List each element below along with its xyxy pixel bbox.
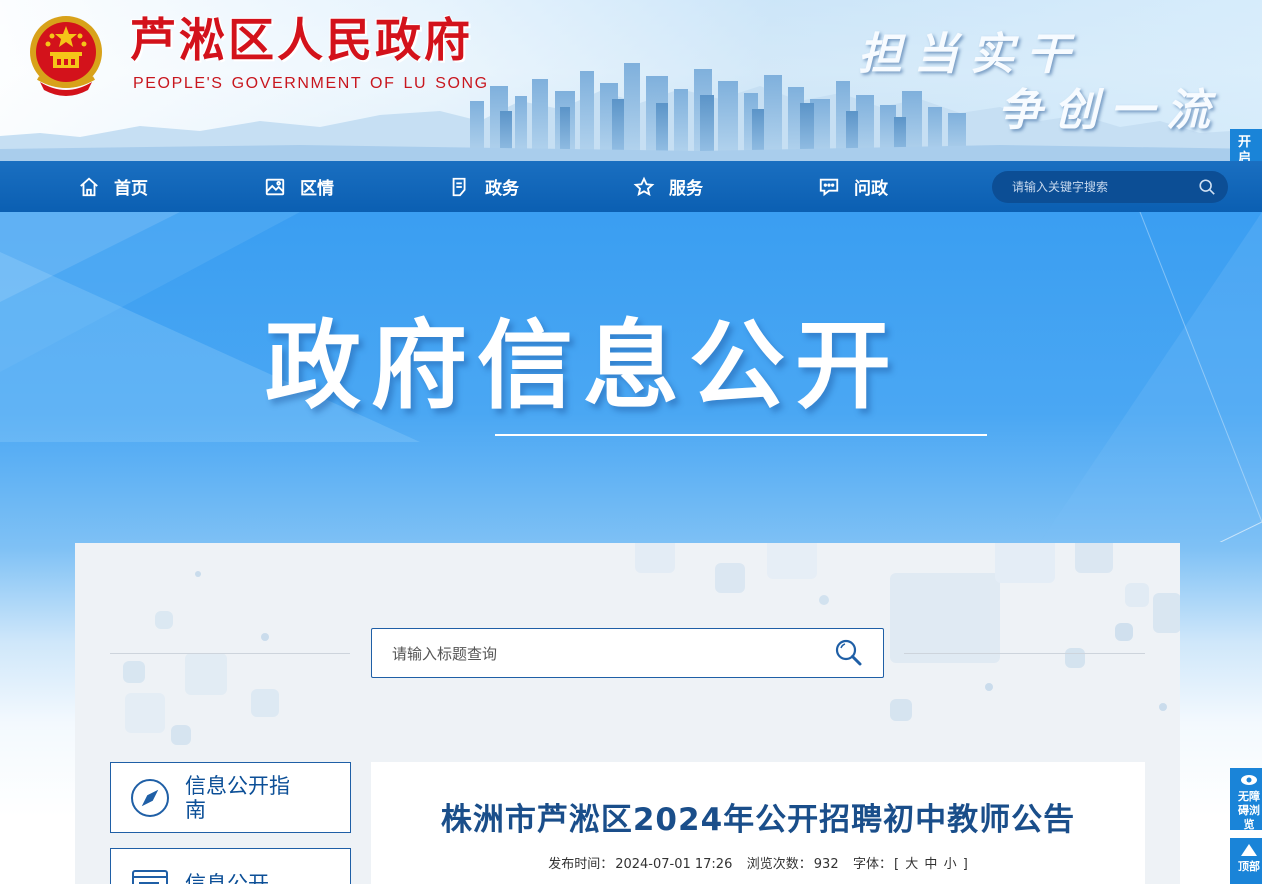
side-menu-label-catalog: 信息公开 <box>185 871 269 884</box>
font-bracket-open: [ <box>894 857 900 872</box>
slogan-line-1: 担当实干 <box>858 29 1082 80</box>
decorative-square <box>819 595 829 605</box>
site-title: 芦淞区人民政府 <box>130 13 473 67</box>
decorative-square <box>171 725 191 745</box>
decorative-square <box>251 689 279 717</box>
picture-icon <box>265 178 285 195</box>
nav-item-home[interactable]: 首页 <box>78 161 148 212</box>
publish-label: 发布时间： <box>548 857 614 872</box>
title-search-input[interactable] <box>392 643 812 665</box>
hero-underline <box>495 434 987 436</box>
nav-search-box <box>992 171 1228 203</box>
font-medium-button[interactable]: 中 <box>924 857 937 872</box>
decorative-square <box>261 633 269 641</box>
views-count: 932 <box>813 857 839 872</box>
decorative-square <box>715 563 745 593</box>
divider-left <box>110 653 350 654</box>
national-emblem-icon <box>30 16 102 96</box>
title-search-box <box>371 628 884 678</box>
nav-label-affairs: 政务 <box>485 179 519 199</box>
article-meta: 发布时间： 2024-07-01 17:26 浏览次数： 932 字体：[ 大 中 … <box>371 853 1145 872</box>
article-card: 株洲市芦淞区2024年公开招聘初中教师公告 发布时间： 2024-07-01 17… <box>371 762 1145 884</box>
divider-right <box>904 653 1145 654</box>
magnifier-icon[interactable] <box>833 637 865 669</box>
nav-label-service: 服务 <box>669 179 703 199</box>
star-icon <box>633 176 655 196</box>
nav-item-affairs[interactable]: 政务 <box>449 161 519 212</box>
accessible-browse-label: 无障碍浏览 <box>1238 790 1260 830</box>
nav-item-service[interactable]: 服务 <box>633 161 703 212</box>
decorative-square <box>123 661 145 683</box>
home-icon <box>80 177 98 196</box>
search-icon[interactable] <box>1198 178 1216 196</box>
publish-time: 2024-07-01 17:26 <box>615 857 733 872</box>
compass-icon <box>131 778 169 817</box>
nav-item-district[interactable]: 区情 <box>264 161 334 212</box>
font-large-button[interactable]: 大 <box>905 857 918 872</box>
side-menu-label-guide: 信息公开指南 <box>185 773 290 822</box>
back-to-top-label: 顶部 <box>1238 860 1260 873</box>
decorative-square <box>890 573 1000 663</box>
decorative-square <box>767 543 817 579</box>
font-small-button[interactable]: 小 <box>944 857 957 872</box>
decorative-square <box>1159 703 1167 711</box>
decorative-square <box>1065 648 1085 668</box>
decorative-square <box>635 543 675 573</box>
document-icon <box>452 177 466 196</box>
back-to-top-tab[interactable]: 顶部 <box>1230 838 1262 884</box>
decorative-square <box>1153 593 1180 633</box>
slogan-line-2: 争创一流 <box>998 85 1222 136</box>
nav-search-input[interactable] <box>992 180 1182 194</box>
site-header: 芦淞区人民政府 PEOPLE'S GOVERNMENT OF LU SONG 担… <box>0 0 1262 161</box>
decorative-square <box>195 571 201 577</box>
decorative-square <box>1115 623 1133 641</box>
eye-icon <box>1241 775 1257 785</box>
article-title: 株洲市芦淞区2024年公开招聘初中教师公告 <box>440 802 1076 838</box>
decorative-square <box>985 683 993 691</box>
decorative-square <box>1125 583 1149 607</box>
decorative-square <box>185 653 227 695</box>
site-subtitle: PEOPLE'S GOVERNMENT OF LU SONG <box>133 75 489 92</box>
nav-label-inquiry: 问政 <box>854 179 888 199</box>
side-menu-item-catalog[interactable]: 信息公开 <box>110 848 351 884</box>
nav-label-district: 区情 <box>300 179 334 199</box>
chat-icon <box>819 178 839 196</box>
catalog-icon <box>132 869 168 884</box>
arrow-up-icon <box>1241 844 1257 856</box>
decorative-square <box>995 543 1055 583</box>
nav-label-home: 首页 <box>114 179 148 199</box>
side-menu-item-guide[interactable]: 信息公开指南 <box>110 762 351 833</box>
views-label: 浏览次数： <box>746 857 812 872</box>
decorative-square <box>155 611 173 629</box>
hero-title: 政府信息公开 <box>265 310 901 422</box>
nav-item-inquiry[interactable]: 问政 <box>818 161 888 212</box>
decorative-square <box>1075 543 1113 573</box>
main-nav: 首页 区情 政务 服务 问政 <box>0 161 1262 212</box>
decorative-square <box>125 693 165 733</box>
font-bracket-close: ] <box>962 857 968 872</box>
font-label: 字体： <box>853 857 893 872</box>
accessible-browse-tab[interactable]: 无障碍浏览 <box>1230 768 1262 830</box>
decorative-square <box>890 699 912 721</box>
